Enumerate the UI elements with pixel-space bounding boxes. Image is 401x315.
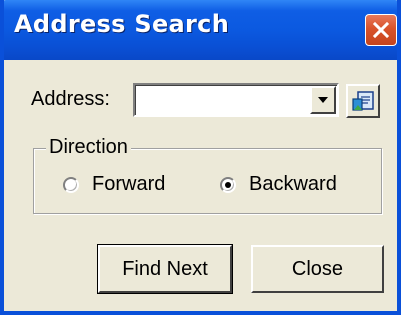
address-input[interactable] (138, 87, 308, 113)
address-book-button[interactable] (346, 84, 380, 118)
radio-backward[interactable]: Backward (220, 173, 337, 196)
close-icon (372, 21, 390, 39)
radio-backward-indicator[interactable] (220, 176, 236, 193)
address-dropdown-button[interactable] (310, 86, 336, 114)
radio-forward-label: Forward (92, 173, 166, 195)
title-bar[interactable]: Address Search (4, 0, 397, 60)
window-title: Address Search (14, 10, 230, 38)
find-next-button[interactable]: Find Next (97, 244, 233, 294)
address-label: Address: (31, 88, 110, 110)
direction-legend: Direction (46, 136, 131, 159)
chevron-down-icon (318, 97, 328, 103)
radio-backward-label: Backward (249, 173, 337, 195)
address-book-icon (352, 91, 374, 111)
radio-forward[interactable]: Forward (63, 173, 165, 196)
address-combobox[interactable] (133, 83, 339, 117)
address-search-dialog: Address Search Address: Direction Forwar… (0, 0, 401, 315)
close-button[interactable]: Close (251, 245, 384, 293)
radio-forward-indicator[interactable] (63, 176, 79, 193)
close-window-button[interactable] (365, 14, 397, 46)
